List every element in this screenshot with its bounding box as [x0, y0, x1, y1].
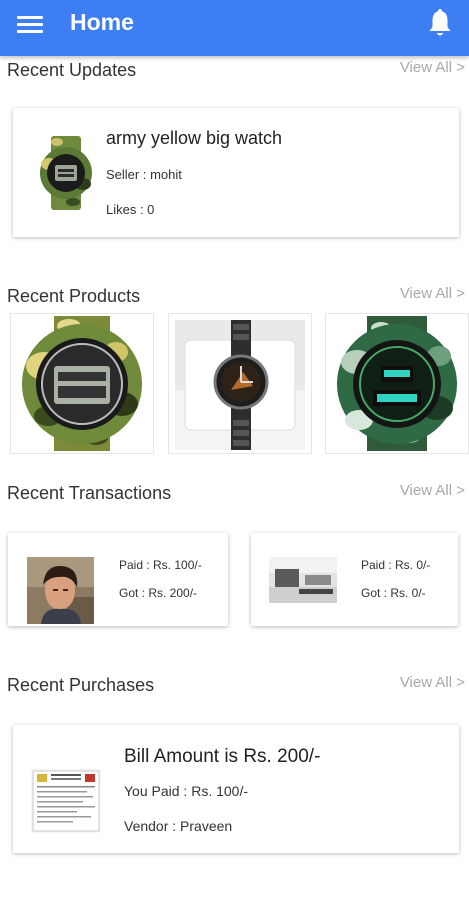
recent-update-card[interactable]: army yellow big watch Seller : mohit Lik…: [13, 108, 459, 237]
product-card[interactable]: [168, 313, 312, 454]
transaction-paid: Paid : Rs. 0/-: [361, 558, 431, 572]
recent-purchases-view-all-link[interactable]: View All >: [400, 674, 465, 691]
bill-amount: Bill Amount is Rs. 200/-: [124, 746, 321, 767]
recent-products-title: Recent Products: [7, 286, 141, 306]
room-photo-thumbnail: [269, 557, 337, 603]
transaction-paid: Paid : Rs. 100/-: [119, 558, 202, 572]
notifications-bell-icon[interactable]: [426, 8, 454, 40]
recent-updates-title: Recent Updates: [7, 60, 137, 80]
recent-transactions-title: Recent Transactions: [7, 483, 172, 503]
yellow-camo-watch-image: [14, 316, 150, 451]
camo-watch-thumbnail: [31, 134, 101, 212]
product-card[interactable]: [10, 313, 154, 454]
recent-purchases-title: Recent Purchases: [7, 675, 155, 695]
update-item-name: army yellow big watch: [106, 128, 283, 148]
user-avatar-photo: [27, 557, 94, 624]
black-metal-watch-image: [175, 320, 305, 450]
update-seller: Seller : mohit: [106, 167, 182, 182]
transaction-card[interactable]: Paid : Rs. 100/- Got : Rs. 200/-: [8, 533, 228, 626]
recent-updates-view-all-link[interactable]: View All >: [400, 59, 465, 76]
app-bar: Home: [0, 0, 469, 56]
product-card[interactable]: [325, 313, 469, 454]
menu-icon[interactable]: [17, 14, 43, 36]
page-title: Home: [70, 9, 134, 35]
transaction-got: Got : Rs. 0/-: [361, 586, 426, 600]
bill-document-thumbnail: [31, 769, 101, 833]
transaction-card[interactable]: Paid : Rs. 0/- Got : Rs. 0/-: [251, 533, 458, 626]
green-camo-watch-image: [329, 316, 465, 451]
update-likes: Likes : 0: [106, 202, 155, 217]
purchase-you-paid: You Paid : Rs. 100/-: [124, 783, 249, 799]
purchase-card[interactable]: Bill Amount is Rs. 200/- You Paid : Rs. …: [13, 725, 459, 853]
recent-products-view-all-link[interactable]: View All >: [400, 285, 465, 302]
purchase-vendor: Vendor : Praveen: [124, 818, 233, 834]
transaction-got: Got : Rs. 200/-: [119, 586, 198, 600]
recent-transactions-view-all-link[interactable]: View All >: [400, 482, 465, 499]
